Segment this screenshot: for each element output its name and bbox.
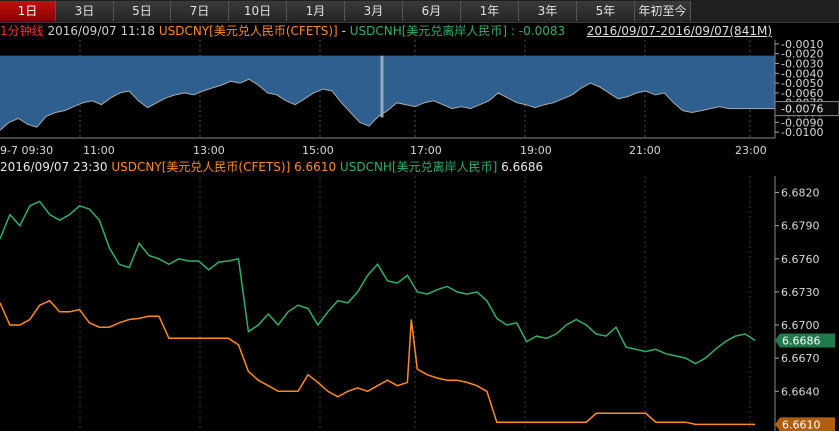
- price-y-tick-3: 6.6730: [781, 286, 820, 299]
- last-tag-cny: 6.6610: [782, 418, 821, 431]
- price-y-tick-4: 6.6700: [781, 319, 820, 332]
- series-line-usdcnh: [0, 200, 756, 365]
- cny-value: 6.6610: [294, 160, 337, 174]
- price-info-bar: 2016/09/07 23:30 USDCNY[美元兑人民币(CFETS)] 6…: [0, 158, 839, 176]
- tab-8[interactable]: 6月: [403, 1, 461, 21]
- tab-4[interactable]: 7日: [171, 1, 229, 21]
- last-tag-cnh: 6.6686: [782, 334, 821, 347]
- x-tick-6: 21:00: [629, 144, 661, 157]
- tab-12[interactable]: 年初至今: [635, 1, 691, 21]
- info-datetime: 2016/09/07 11:18: [47, 24, 156, 38]
- tab-11[interactable]: 5年: [577, 1, 635, 21]
- series-a-label: USDCNY[美元兑人民币(CFETS)]: [158, 24, 338, 38]
- price-y-tick-6: 6.6640: [781, 385, 820, 398]
- tab-3[interactable]: 5日: [114, 1, 171, 21]
- x-tick-0: 9-7 09:30: [0, 144, 53, 157]
- tab-2[interactable]: 3日: [56, 1, 114, 21]
- price-y-tick-2: 6.6760: [781, 253, 820, 266]
- date-range-link[interactable]: 2016/09/07-2016/09/07(841M): [587, 22, 772, 40]
- x-tick-2: 13:00: [193, 144, 225, 157]
- spread-last-tag: -0.0076: [781, 103, 823, 116]
- tab-9[interactable]: 1年: [461, 1, 519, 21]
- tab-5[interactable]: 10日: [229, 1, 287, 21]
- spread-y-tick-9: -0.0100: [781, 126, 823, 139]
- x-tick-4: 17:00: [410, 144, 442, 157]
- x-tick-1: 11:00: [83, 144, 115, 157]
- series-line-usdcny: [0, 299, 756, 426]
- x-tick-5: 19:00: [520, 144, 552, 157]
- spread-chart: -0.0010-0.0020-0.0030-0.0040-0.0050-0.00…: [0, 40, 839, 157]
- cny-label: USDCNY[美元兑人民币(CFETS)]: [111, 160, 291, 174]
- price-y-tick-5: 6.6670: [781, 352, 820, 365]
- x-tick-7: 23:00: [735, 144, 767, 157]
- separator: -: [341, 24, 346, 38]
- price-y-tick-0: 6.6820: [781, 187, 820, 200]
- spread-value: : -0.0083: [510, 24, 566, 38]
- price-datetime: 2016/09/07 23:30: [0, 160, 108, 174]
- x-tick-3: 15:00: [302, 144, 334, 157]
- tab-10[interactable]: 3年: [519, 1, 577, 21]
- spread-info-bar: 1分钟线 2016/09/07 11:18 USDCNY[美元兑人民币(CFET…: [0, 22, 839, 40]
- price-chart: 6.6820 6.6790 6.6760 6.6730 6.6700 6.6670 6.66…: [0, 176, 835, 431]
- period-tab-bar: 1日 3日 5日 7日 10日 1月 3月 6月 1年 3年 5年 年初至今: [0, 0, 839, 23]
- series-b-label: USDCNH[美元兑离岸人民币]: [349, 24, 508, 38]
- tab-6[interactable]: 1月: [287, 1, 345, 21]
- spread-area: [0, 55, 775, 131]
- mode-label[interactable]: 1分钟线: [0, 24, 44, 38]
- cnh-label: USDCNH[美元兑离岸人民币]: [339, 160, 498, 174]
- tab-7[interactable]: 3月: [345, 1, 403, 21]
- tab-1[interactable]: 1日: [0, 1, 56, 21]
- cnh-value: 6.6686: [501, 160, 544, 174]
- price-y-tick-1: 6.6790: [781, 220, 820, 233]
